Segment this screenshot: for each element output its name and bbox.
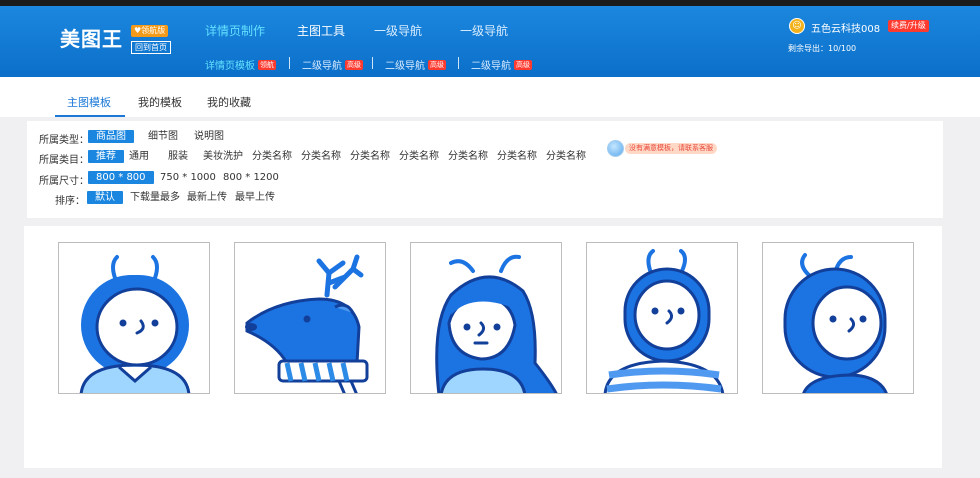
striped-robot-illustration — [603, 249, 725, 393]
home-button[interactable]: 回到首页 — [131, 41, 171, 54]
filter-category-option[interactable]: 分类名称 — [350, 150, 390, 163]
filter-category-option[interactable]: 服装 — [168, 150, 188, 163]
nav-secondary-label: 二级导航 — [302, 61, 342, 72]
filter-category-option[interactable]: 分类名称 — [301, 150, 341, 163]
filter-category-option[interactable]: 美妆洗护 — [203, 150, 243, 163]
nav-secondary-detail-template[interactable]: 详情页模板 领航 — [205, 57, 276, 72]
template-card-side-robot[interactable] — [762, 242, 914, 394]
nav-secondary-item[interactable]: 二级导航 高级 — [302, 57, 363, 72]
filter-type-option[interactable]: 细节图 — [148, 130, 178, 143]
filter-size-option[interactable]: 750 * 1000 — [160, 171, 216, 184]
water-drop-mascot-icon — [607, 140, 624, 157]
filter-category-label: 所属类目： — [39, 155, 89, 166]
tag-badge: 领航 — [258, 59, 276, 70]
sort-option[interactable]: 下载量最多 — [130, 191, 180, 204]
filter-category-option[interactable]: 通用 — [129, 150, 149, 163]
user-avatar-icon[interactable]: ☺ — [789, 18, 805, 34]
filter-category-option[interactable]: 分类名称 — [399, 150, 439, 163]
vip-badge-label: 领航版 — [141, 26, 166, 35]
tag-badge: 高级 — [514, 59, 532, 70]
filter-category-option[interactable]: 分类名称 — [546, 150, 586, 163]
girl-illustration — [435, 254, 558, 393]
app-logo[interactable]: 美图王 — [60, 23, 123, 52]
filter-type-option[interactable]: 说明图 — [194, 130, 224, 143]
active-tab-indicator — [55, 115, 125, 117]
vip-badge: ♥领航版 — [131, 25, 169, 37]
nav-secondary-item[interactable]: 二级导航 高级 — [385, 57, 446, 72]
nav-primary-detail[interactable]: 详情页制作 — [205, 22, 265, 39]
nav-secondary-label: 二级导航 — [471, 61, 511, 72]
template-card-girl[interactable] — [410, 242, 562, 394]
filter-type-label: 所属类型： — [39, 135, 89, 146]
deer-illustration — [245, 254, 369, 393]
sort-option[interactable]: 最早上传 — [235, 191, 275, 204]
filter-sort-label: 排序： — [55, 196, 85, 207]
tag-badge: 高级 — [428, 59, 446, 70]
tab-my-templates[interactable]: 我的模板 — [138, 94, 182, 110]
tab-main-templates[interactable]: 主图模板 — [67, 94, 111, 110]
filter-type-option[interactable]: 商品图 — [88, 130, 134, 143]
template-card-striped-robot[interactable] — [586, 242, 738, 394]
app-header: 美图王 ♥领航版 回到首页 详情页制作 主图工具 一级导航 一级导航 详情页模板… — [0, 6, 980, 77]
nav-divider — [458, 57, 459, 69]
tab-my-favorites[interactable]: 我的收藏 — [207, 94, 251, 110]
template-card-antenna-boy[interactable] — [58, 242, 210, 394]
filter-category-option[interactable]: 分类名称 — [448, 150, 488, 163]
renew-upgrade-button[interactable]: 续费/升级 — [888, 20, 929, 32]
filter-size-option[interactable]: 800 * 1200 — [223, 171, 279, 184]
filter-category-option[interactable]: 推荐 — [88, 150, 124, 163]
template-gallery — [24, 226, 942, 468]
template-tabs: 主图模板 我的模板 我的收藏 — [0, 77, 980, 117]
sort-option[interactable]: 默认 — [87, 191, 123, 204]
filter-category-option[interactable]: 分类名称 — [252, 150, 292, 163]
export-quota: 剩余导出：10/100 — [788, 44, 857, 53]
template-card-deer[interactable] — [234, 242, 386, 394]
nav-secondary-item[interactable]: 二级导航 高级 — [471, 57, 532, 72]
user-name[interactable]: 五色云科技008 — [811, 20, 880, 35]
nav-secondary-label: 二级导航 — [385, 61, 425, 72]
tag-badge: 高级 — [345, 59, 363, 70]
filter-size-label: 所属尺寸： — [39, 176, 89, 187]
nav-primary-item[interactable]: 一级导航 — [374, 22, 422, 39]
antenna-boy-illustration — [79, 255, 191, 393]
sort-option[interactable]: 最新上传 — [187, 191, 227, 204]
nav-divider — [372, 57, 373, 69]
filter-size-option[interactable]: 800 * 800 — [88, 171, 154, 184]
contact-support[interactable]: 没有满意模板，请联系客服 — [607, 140, 717, 157]
nav-primary-item[interactable]: 一级导航 — [460, 22, 508, 39]
nav-secondary-label: 详情页模板 — [205, 61, 255, 72]
filter-category-option[interactable]: 分类名称 — [497, 150, 537, 163]
nav-divider — [289, 57, 290, 69]
side-robot-illustration — [783, 253, 888, 393]
nav-primary-main-tool[interactable]: 主图工具 — [297, 22, 345, 39]
contact-support-text: 没有满意模板，请联系客服 — [625, 143, 717, 154]
filter-panel: 所属类型： 商品图 细节图 说明图 所属类目： 推荐 通用 服装 美妆洗护 分类… — [27, 121, 943, 218]
